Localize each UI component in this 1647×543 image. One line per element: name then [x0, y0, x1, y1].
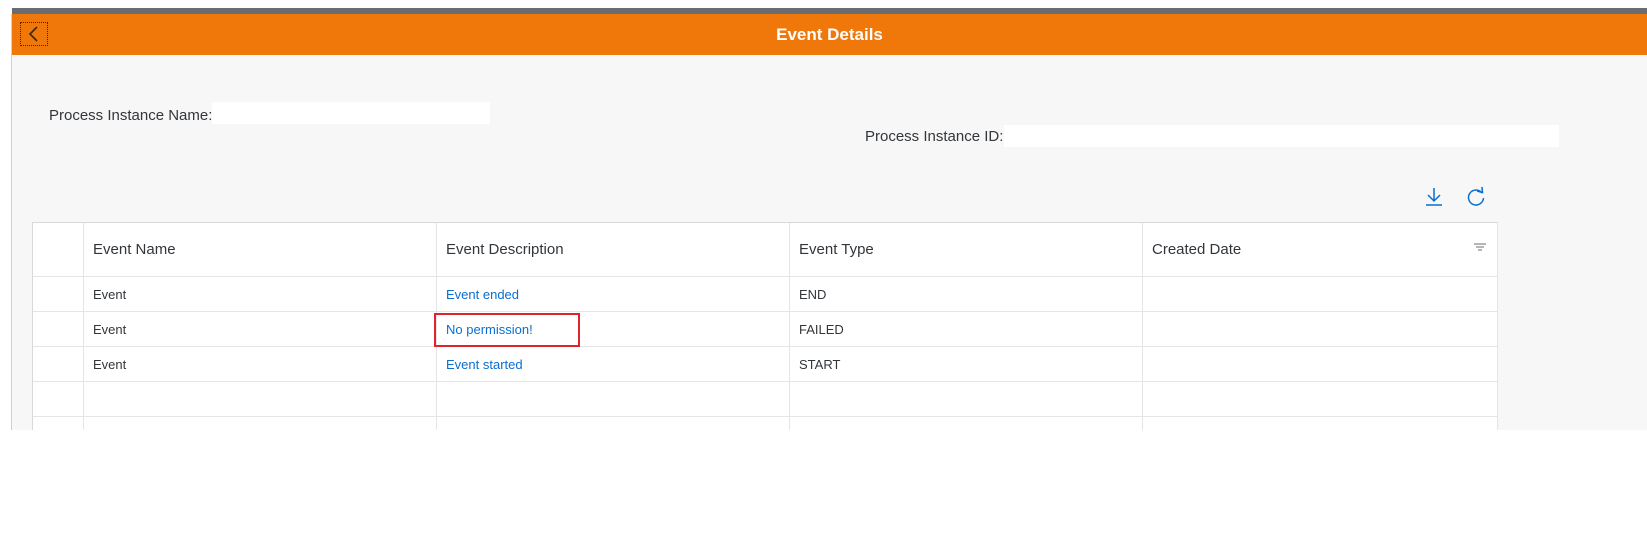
row-selector — [33, 417, 84, 430]
row-selector — [33, 382, 84, 416]
event-type-cell: FAILED — [790, 312, 1143, 346]
download-icon — [1426, 188, 1442, 206]
column-header-event-name[interactable]: Event Name — [84, 223, 437, 276]
event-description-link[interactable]: No permission! — [446, 322, 533, 337]
download-button[interactable] — [1423, 186, 1445, 208]
event-description-link[interactable]: Event started — [446, 357, 523, 372]
table-header-row: Event Name Event Description Event Type … — [33, 223, 1498, 277]
empty-cell — [790, 417, 1143, 430]
event-description-cell: Event ended — [437, 277, 790, 311]
event-name-cell: Event — [84, 277, 437, 311]
event-description-cell: No permission! — [434, 312, 790, 347]
events-table: Event Name Event Description Event Type … — [32, 222, 1498, 430]
row-selector[interactable] — [33, 277, 84, 311]
column-header-created-date-label: Created Date — [1152, 241, 1242, 258]
table-row[interactable]: Event Event started START — [33, 347, 1498, 382]
table-row-empty — [33, 382, 1498, 417]
empty-cell — [790, 382, 1143, 416]
page-title: Event Details — [776, 25, 883, 44]
empty-cell — [1143, 417, 1498, 430]
column-header-event-type[interactable]: Event Type — [790, 223, 1143, 276]
event-description-link[interactable]: Event ended — [446, 287, 519, 302]
back-button[interactable] — [20, 22, 48, 46]
process-instance-name-label: Process Instance Name: — [49, 107, 213, 124]
main-content: Process Instance Name: Process Instance … — [12, 55, 1647, 430]
chevron-left-icon — [28, 26, 38, 42]
empty-cell — [84, 382, 437, 416]
empty-cell — [1143, 382, 1498, 416]
column-header-created-date[interactable]: Created Date — [1143, 223, 1498, 276]
table-row[interactable]: Event Event ended END — [33, 277, 1498, 312]
event-type-cell: END — [790, 277, 1143, 311]
page-header: Event Details — [12, 14, 1647, 55]
created-date-cell — [1143, 347, 1498, 381]
refresh-button[interactable] — [1465, 186, 1487, 208]
event-name-cell: Event — [84, 312, 437, 346]
process-instance-id-field[interactable] — [1004, 125, 1559, 147]
table-row[interactable]: Event No permission! FAILED — [33, 312, 1498, 347]
empty-cell — [437, 382, 790, 416]
created-date-cell — [1143, 277, 1498, 311]
column-header-event-description[interactable]: Event Description — [437, 223, 790, 276]
empty-cell — [437, 417, 790, 430]
row-selector[interactable] — [33, 312, 84, 346]
selection-column-header — [33, 223, 84, 276]
process-instance-name-field[interactable] — [212, 102, 490, 124]
event-description-cell: Event started — [437, 347, 790, 381]
filter-icon[interactable] — [1473, 242, 1487, 254]
created-date-cell — [1143, 312, 1498, 346]
empty-cell — [84, 417, 437, 430]
table-row-empty — [33, 417, 1498, 430]
process-instance-id-label: Process Instance ID: — [865, 128, 1004, 145]
refresh-icon — [1467, 186, 1485, 206]
event-name-cell: Event — [84, 347, 437, 381]
row-selector[interactable] — [33, 347, 84, 381]
event-type-cell: START — [790, 347, 1143, 381]
